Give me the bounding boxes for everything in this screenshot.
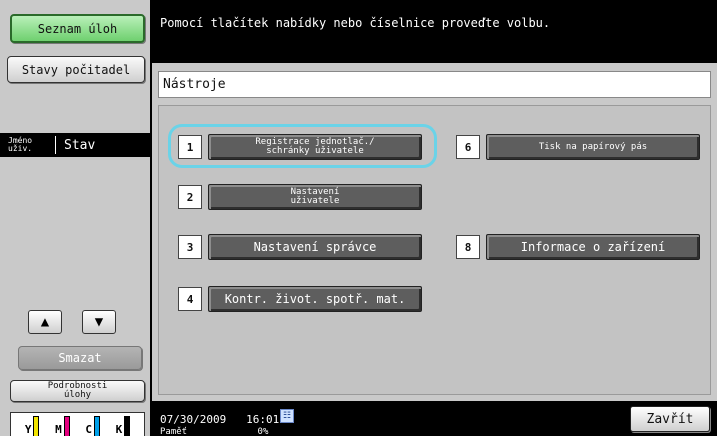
menu-number: 6 [456, 135, 480, 159]
down-arrow-icon: ▼ [94, 314, 104, 330]
admin-settings-button[interactable]: Nastavení správce [208, 234, 422, 260]
job-status-header: Jméno uživ. Stav [0, 133, 150, 157]
menu-number: 2 [178, 185, 202, 209]
toner-levels: Y M C K [10, 412, 145, 436]
toner-yellow: Y [25, 416, 40, 436]
user-settings-button[interactable]: Nastavení uživatele [208, 184, 422, 210]
menu-number: 4 [178, 287, 202, 311]
toner-cyan: C [85, 416, 100, 436]
job-list-button[interactable]: Seznam úloh [10, 14, 145, 43]
main-panel: Nástroje [152, 63, 717, 401]
network-icon: ☷ [280, 409, 294, 423]
counter-status-button[interactable]: Stavy počitadel [7, 56, 145, 83]
user-name-column-header: Jméno uživ. [0, 136, 56, 154]
consumables-life-check-button[interactable]: Kontr. život. spotř. mat. [208, 286, 422, 312]
menu-number: 8 [456, 235, 480, 259]
menu-item-2[interactable]: 2 Nastavení uživatele [178, 183, 422, 211]
status-bar: 07/30/2009 16:01 ☷ Paměť 0% Zavřít [152, 401, 717, 436]
delete-button[interactable]: Smazat [18, 346, 142, 370]
toner-magenta: M [55, 416, 70, 436]
menu-item-8[interactable]: 8 Informace o zařízení [456, 233, 700, 261]
menu-item-4[interactable]: 4 Kontr. život. spotř. mat. [178, 285, 422, 313]
memory-status: Paměť 0% [160, 427, 269, 436]
menu-item-1[interactable]: 1 Registrace jednotlač./ schránky uživat… [178, 133, 422, 161]
date-time: 07/30/2009 16:01 [160, 413, 280, 426]
status-column-header: Stav [64, 137, 96, 153]
left-panel: Seznam úloh Stavy počitadel Jméno uživ. … [0, 0, 150, 436]
job-details-button[interactable]: Podrobnosti úlohy [10, 380, 145, 402]
banner-print-button[interactable]: Tisk na papírový pás [486, 134, 700, 160]
menu-item-6[interactable]: 6 Tisk na papírový pás [456, 133, 700, 161]
menu-item-3[interactable]: 3 Nastavení správce [178, 233, 422, 261]
instruction-message: Pomocí tlačítek nabídky nebo číselnice p… [160, 16, 551, 30]
panel-title: Nástroje [158, 71, 711, 98]
up-arrow-icon: ▲ [40, 314, 50, 330]
close-button[interactable]: Zavřít [630, 406, 710, 432]
menu-number: 1 [178, 135, 202, 159]
scroll-down-button[interactable]: ▼ [82, 310, 116, 334]
user-box-registration-button[interactable]: Registrace jednotlač./ schránky uživatel… [208, 134, 422, 160]
device-information-button[interactable]: Informace o zařízení [486, 234, 700, 260]
menu-number: 3 [178, 235, 202, 259]
scroll-up-button[interactable]: ▲ [28, 310, 62, 334]
toner-black: K [116, 416, 131, 436]
